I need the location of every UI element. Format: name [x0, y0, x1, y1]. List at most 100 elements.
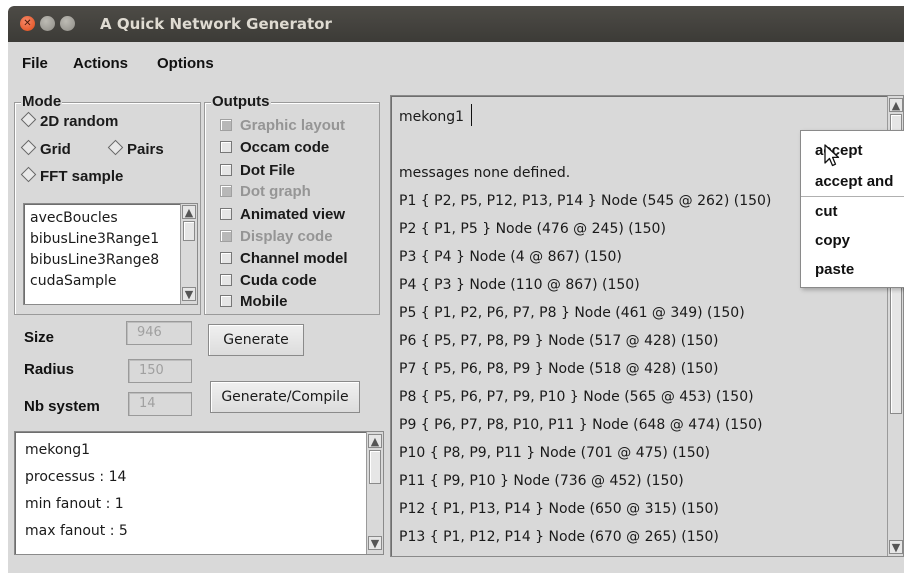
output-line: P1 { P2, P5, P12, P13, P14 } Node (545 @… [399, 193, 772, 209]
output-line: P10 { P8, P9, P11 } Node (701 @ 475) (15… [399, 445, 710, 461]
output-line: P3 { P4 } Node (4 @ 867) (150) [399, 249, 622, 265]
size-field[interactable]: 946 [126, 321, 192, 345]
summary-line: min fanout : 1 [25, 496, 124, 512]
context-menu: accept accept and cut copy paste [800, 130, 904, 288]
mouse-pointer-icon [824, 144, 840, 167]
summary-line: max fanout : 5 [25, 523, 128, 539]
title-bar: ✕ A Quick Network Generator [8, 6, 904, 42]
output-check-display-code[interactable]: Display code [217, 227, 333, 247]
checkbox-icon [220, 141, 232, 153]
checkbox-label: Display code [240, 228, 333, 245]
checkbox-label: Dot graph [240, 183, 311, 200]
output-check-dot-file[interactable]: Dot File [217, 161, 295, 181]
sample-list[interactable]: avecBoucles bibusLine3Range1 bibusLine3R… [23, 203, 198, 305]
checkbox-label: Channel model [240, 250, 348, 267]
checkbox-label: Graphic layout [240, 117, 346, 134]
checkbox-icon [220, 185, 232, 197]
scroll-down-arrow-icon[interactable]: ▼ [889, 540, 903, 554]
checkbox-icon [220, 119, 232, 131]
menu-separator [801, 196, 904, 197]
radio-icon [20, 111, 37, 128]
list-item[interactable]: bibusLine3Range1 [30, 231, 159, 247]
scroll-down-arrow-icon[interactable]: ▼ [368, 536, 382, 550]
mode-radio-2d-random[interactable]: 2D random [19, 111, 119, 131]
size-label: Size [24, 329, 55, 346]
mode-radio-grid[interactable]: Grid [19, 139, 71, 159]
context-menu-cut[interactable]: cut [815, 203, 838, 220]
checkbox-label: Dot File [240, 162, 295, 179]
outputs-group-title: Outputs [211, 93, 271, 110]
generate-button[interactable]: Generate [208, 324, 304, 356]
context-menu-copy[interactable]: copy [815, 232, 850, 249]
summary-box[interactable]: mekong1 processus : 14 min fanout : 1 ma… [14, 431, 384, 555]
list-item[interactable]: cudaSample [30, 273, 117, 289]
nb-system-label: Nb system [24, 398, 100, 415]
radius-field[interactable]: 150 [128, 359, 192, 383]
list-item[interactable]: avecBoucles [30, 210, 118, 226]
checkbox-icon [220, 230, 232, 242]
output-check-animated-view[interactable]: Animated view [217, 205, 367, 225]
app-window: ✕ A Quick Network Generator File Actions… [8, 6, 904, 573]
radio-label: Pairs [127, 141, 164, 158]
radio-icon [20, 139, 37, 156]
checkbox-icon [220, 274, 232, 286]
output-line: P11 { P9, P10 } Node (736 @ 452) (150) [399, 473, 684, 489]
output-check-dot-graph[interactable]: Dot graph [217, 182, 311, 202]
checkbox-label: Mobile [240, 293, 288, 310]
output-line: P12 { P1, P13, P14 } Node (650 @ 315) (1… [399, 501, 719, 517]
radio-icon [107, 139, 124, 156]
radio-label: FFT sample [40, 168, 124, 185]
output-line: P13 { P1, P12, P14 } Node (670 @ 265) (1… [399, 529, 719, 545]
close-window-button[interactable]: ✕ [20, 16, 35, 31]
summary-line: mekong1 [25, 442, 91, 458]
output-input-line[interactable]: mekong1 [399, 109, 464, 125]
output-line: P4 { P3 } Node (110 @ 867) (150) [399, 277, 640, 293]
output-line: P8 { P5, P6, P7, P9, P10 } Node (565 @ 4… [399, 389, 754, 405]
checkbox-label: Cuda code [240, 272, 317, 289]
output-check-channel-model[interactable]: Channel model [217, 249, 379, 269]
maximize-window-button[interactable] [60, 16, 75, 31]
checkbox-icon [220, 164, 232, 176]
checkbox-icon [220, 295, 232, 307]
scroll-down-arrow-icon[interactable]: ▼ [182, 287, 196, 301]
summary-line: processus : 14 [25, 469, 127, 485]
mode-group: Mode 2D random Grid Pairs FFT sample ave… [14, 94, 201, 315]
sample-list-scrollbar[interactable]: ▲ ▼ [180, 204, 197, 304]
output-check-mobile[interactable]: Mobile [217, 292, 288, 312]
checkbox-label: Animated view [240, 206, 346, 223]
nb-system-field[interactable]: 14 [128, 392, 192, 416]
scroll-thumb[interactable] [369, 450, 381, 484]
output-check-occam-code[interactable]: Occam code [217, 138, 329, 158]
output-line: P9 { P6, P7, P8, P10, P11 } Node (648 @ … [399, 417, 763, 433]
checkbox-icon [220, 208, 232, 220]
output-check-graphic-layout[interactable]: Graphic layout [217, 116, 345, 136]
radio-label: 2D random [40, 113, 119, 130]
window-title: A Quick Network Generator [100, 15, 332, 33]
scroll-up-arrow-icon[interactable]: ▲ [182, 205, 196, 219]
output-line: messages none defined. [399, 165, 571, 181]
output-line: P5 { P1, P2, P6, P7, P8 } Node (461 @ 34… [399, 305, 745, 321]
mode-radio-pairs[interactable]: Pairs [106, 139, 164, 159]
output-line: P6 { P5, P7, P8, P9 } Node (517 @ 428) (… [399, 333, 719, 349]
menu-file[interactable]: File [22, 55, 48, 72]
generate-compile-button[interactable]: Generate/Compile [210, 381, 360, 413]
summary-scrollbar[interactable]: ▲ ▼ [366, 432, 383, 554]
radio-label: Grid [40, 141, 71, 158]
radius-label: Radius [24, 361, 75, 378]
context-menu-paste[interactable]: paste [815, 261, 854, 278]
outputs-group: Outputs Graphic layout Occam code Dot Fi… [204, 94, 380, 315]
output-check-cuda-code[interactable]: Cuda code [217, 271, 317, 291]
minimize-window-button[interactable] [40, 16, 55, 31]
output-line: P7 { P5, P6, P8, P9 } Node (518 @ 428) (… [399, 361, 719, 377]
menu-actions[interactable]: Actions [73, 55, 128, 72]
mode-group-title: Mode [21, 93, 63, 110]
scroll-thumb[interactable] [183, 221, 195, 241]
mode-radio-fft-sample[interactable]: FFT sample [19, 166, 124, 186]
list-item[interactable]: bibusLine3Range8 [30, 252, 159, 268]
checkbox-label: Occam code [240, 139, 330, 156]
output-line: P2 { P1, P5 } Node (476 @ 245) (150) [399, 221, 666, 237]
scroll-up-arrow-icon[interactable]: ▲ [368, 434, 382, 448]
context-menu-accept-and[interactable]: accept and [815, 173, 893, 190]
menu-options[interactable]: Options [157, 55, 214, 72]
scroll-up-arrow-icon[interactable]: ▲ [889, 98, 903, 112]
